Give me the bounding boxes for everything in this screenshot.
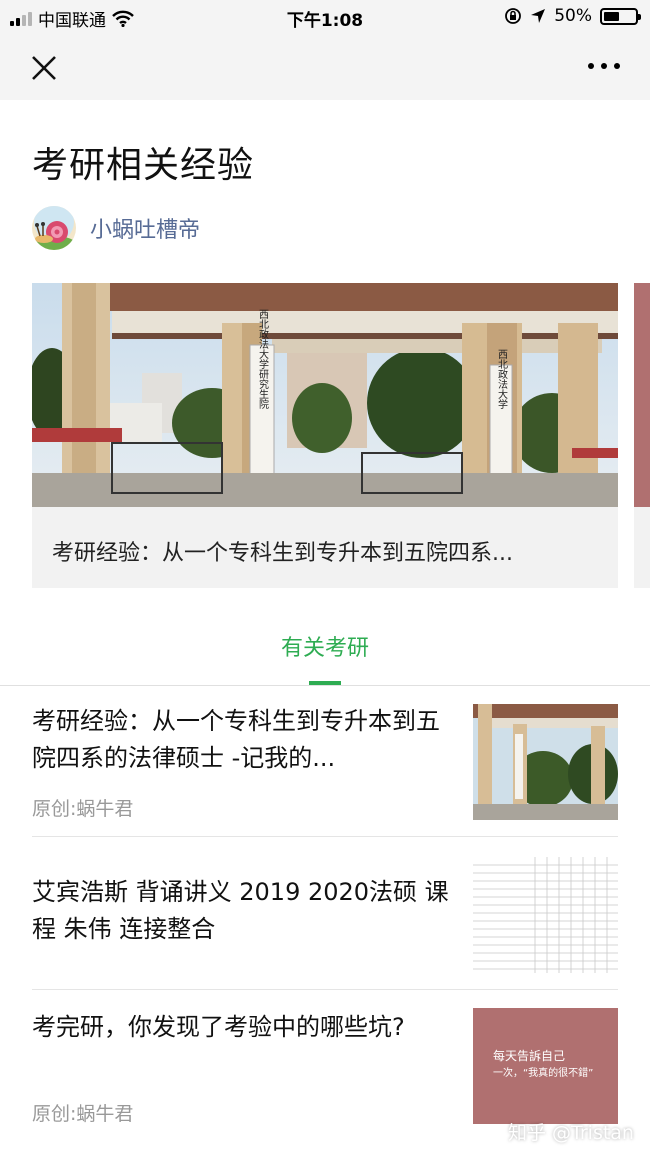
gate-sign-right: 西北政法大学 <box>496 349 508 409</box>
featured-article-card[interactable]: 西北政法大学研究生院 西北政法大学 考研经验：从一个专科生到专升本到五院四系..… <box>32 283 618 588</box>
watermark: 知乎 @Tristan <box>508 1122 634 1144</box>
next-card-peek[interactable] <box>634 283 650 588</box>
more-icon[interactable] <box>588 56 624 76</box>
thumb-text-line2: 一次，“我真的很不錯” <box>493 1066 593 1079</box>
article-source: 原创:蜗牛君 <box>32 1103 134 1125</box>
snail-avatar-icon <box>32 206 76 250</box>
gate-sign-left: 西北政法大学研究生院 <box>257 309 269 410</box>
article-source: 原创:蜗牛君 <box>32 798 134 820</box>
author-name[interactable]: 小蜗吐槽帝 <box>90 212 200 244</box>
row-divider <box>32 836 618 837</box>
status-right: 50% <box>504 6 641 26</box>
article-thumbnail <box>473 857 618 973</box>
featured-article-image: 西北政法大学研究生院 西北政法大学 <box>32 283 618 507</box>
status-bar: 中国联通 下午1:08 50% <box>0 0 650 34</box>
article-thumbnail <box>473 704 618 820</box>
article-thumbnail: 每天告訴自己 一次，“我真的很不錯” <box>473 1008 618 1124</box>
author-row[interactable]: 小蜗吐槽帝 <box>32 206 200 250</box>
article-title[interactable]: 考研经验：从一个专科生到专升本到五院四系的法律硕士 -记我的... <box>32 703 452 777</box>
location-icon <box>531 9 546 23</box>
article-title[interactable]: 艾宾浩斯 背诵讲义 2019 2020法硕 课程 朱伟 连接整合 <box>32 874 452 948</box>
list-item[interactable]: 考研经验：从一个专科生到专升本到五院四系的法律硕士 -记我的... 原创:蜗牛君 <box>32 703 618 833</box>
battery-fill <box>604 11 619 21</box>
featured-article-title[interactable]: 考研经验：从一个专科生到专升本到五院四系... <box>52 535 597 567</box>
battery-percent: 50% <box>554 6 592 26</box>
avatar[interactable] <box>32 206 76 250</box>
row-divider <box>32 989 618 990</box>
article-title[interactable]: 考完研，你发现了考验中的哪些坑? <box>32 1009 452 1046</box>
section-divider <box>0 685 650 686</box>
thumb-text-line1: 每天告訴自己 <box>493 1048 565 1063</box>
page-title: 考研相关经验 <box>32 145 255 186</box>
close-icon[interactable] <box>28 52 60 84</box>
list-item[interactable]: 艾宾浩斯 背诵讲义 2019 2020法硕 课程 朱伟 连接整合 <box>32 857 618 977</box>
nav-bar <box>0 34 650 100</box>
orientation-lock-icon <box>505 8 522 24</box>
battery-icon <box>600 7 641 25</box>
tab-related-kaoyan[interactable]: 有关考研 <box>0 630 650 662</box>
